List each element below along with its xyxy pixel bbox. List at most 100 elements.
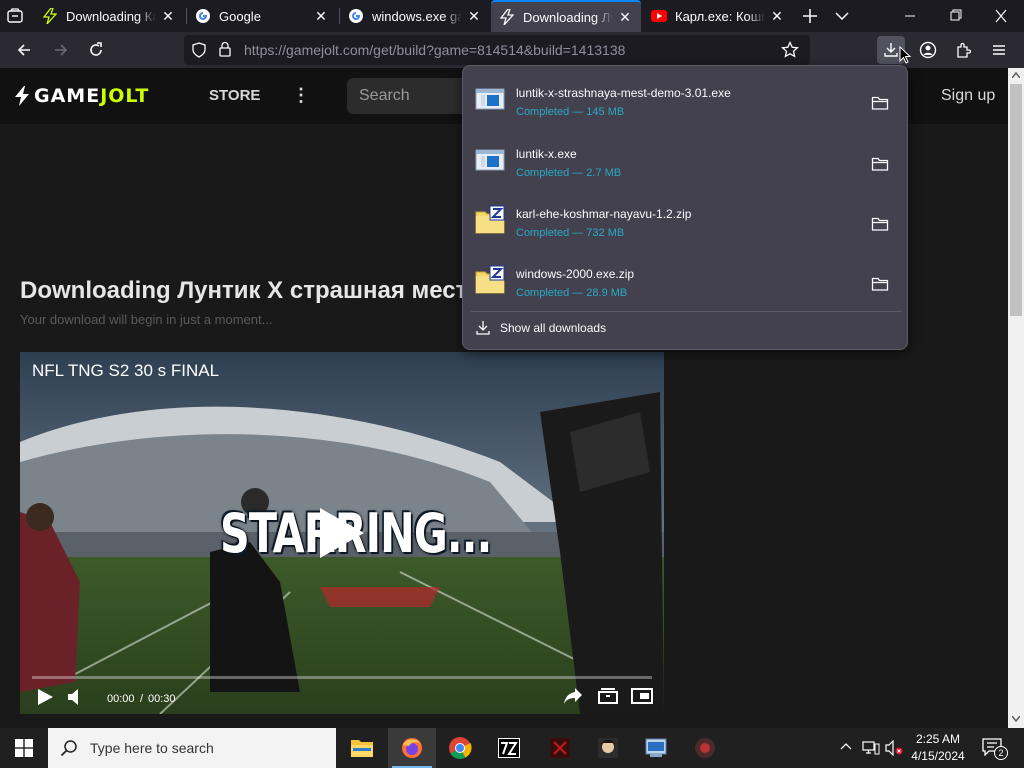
download-item[interactable]: windows-2000.exe.zip Completed — 28.9 MB (463, 251, 909, 311)
page-title: Downloading Лунтик Х страшная месть (20, 277, 483, 304)
folder-icon[interactable] (871, 156, 889, 172)
download-item[interactable]: karl-ehe-koshmar-nayavu-1.2.zip Complete… (463, 191, 909, 251)
taskbar-app-game-1[interactable] (536, 728, 584, 768)
tab-downloading-karl[interactable]: Downloading Карл ✕ (34, 0, 184, 32)
url-bar[interactable]: https://gamejolt.com/get/build?game=8145… (184, 35, 810, 65)
close-tab-icon[interactable]: ✕ (617, 9, 633, 25)
firefox-icon (402, 738, 422, 758)
puzzle-icon (957, 42, 972, 58)
folder-icon[interactable] (871, 276, 889, 292)
volume-muted-icon[interactable] (885, 740, 903, 756)
video-player[interactable]: NFL TNG S2 30 s FINAL STARRING... 00:00 … (20, 352, 664, 714)
tab-google[interactable]: Google ✕ (187, 0, 337, 32)
7zip-icon (498, 738, 520, 758)
page-scrollbar[interactable] (1008, 68, 1024, 728)
watch-later-button[interactable] (598, 688, 618, 704)
tab-windows-exe[interactable]: windows.exe gam ✕ (340, 0, 490, 32)
network-icon[interactable] (862, 740, 880, 756)
minimize-button[interactable] (900, 8, 920, 24)
logo-text-game: GAME (34, 85, 101, 107)
download-status: Completed — 145 MB (516, 106, 625, 118)
forward-button[interactable] (47, 36, 75, 64)
minimize-icon (905, 15, 915, 17)
download-status: Completed — 2.7 MB (516, 167, 622, 179)
show-all-downloads-button[interactable]: Show all downloads (475, 320, 606, 336)
back-button[interactable] (10, 36, 38, 64)
start-button[interactable] (0, 728, 48, 768)
notification-count-badge: 2 (994, 746, 1008, 760)
mouse-cursor (899, 46, 911, 64)
close-tab-icon[interactable]: ✕ (466, 8, 482, 24)
folder-icon[interactable] (871, 216, 889, 232)
gamejolt-logo[interactable]: GAMEJOLT (14, 85, 149, 107)
close-tab-icon[interactable]: ✕ (313, 8, 329, 24)
more-menu-icon[interactable]: ⋮ (292, 85, 310, 106)
gamejolt-icon (499, 9, 515, 25)
download-filename: windows-2000.exe.zip (516, 267, 635, 281)
signup-link[interactable]: Sign up (941, 87, 995, 105)
play-icon (320, 508, 364, 558)
taskbar-app-file-explorer[interactable] (338, 728, 386, 768)
taskbar-app-game-3[interactable] (681, 728, 729, 768)
character-app-icon (598, 738, 618, 758)
reload-icon (90, 42, 102, 56)
taskbar-app-game-2[interactable] (584, 728, 632, 768)
taskbar-app-chrome[interactable] (436, 728, 484, 768)
download-subtext: Your download will begin in just a momen… (20, 312, 273, 327)
restore-button[interactable] (946, 8, 966, 24)
logo-text-jolt: JOLT (100, 85, 150, 107)
downloads-panel: luntik-x-strashnaya-mest-demo-3.01.exe C… (462, 65, 908, 350)
download-item[interactable]: luntik-x.exe Completed — 2.7 MB (463, 131, 909, 191)
firefox-view-button[interactable] (6, 8, 24, 24)
store-link[interactable]: STORE (209, 87, 260, 104)
tab-bar: Downloading Карл ✕ Google ✕ windows.exe … (0, 0, 1024, 32)
big-play-button[interactable] (316, 506, 366, 560)
scroll-up-icon[interactable] (1012, 72, 1020, 78)
close-window-button[interactable] (991, 8, 1011, 24)
notification-center-button[interactable]: 2 (982, 738, 1008, 760)
scrollbar-thumb[interactable] (1010, 84, 1022, 316)
lock-icon[interactable] (218, 41, 232, 57)
gamejolt-icon (42, 8, 58, 24)
bookmark-star-icon[interactable] (781, 41, 799, 59)
plus-icon (803, 9, 817, 23)
taskbar-app-firefox[interactable] (388, 728, 436, 768)
tracking-protection-icon[interactable] (191, 42, 207, 58)
tab-downloading-luntik[interactable]: Downloading Лунт ✕ (491, 0, 641, 32)
mute-button[interactable] (66, 687, 86, 707)
taskbar-app-installer[interactable] (632, 728, 680, 768)
close-tab-icon[interactable]: ✕ (769, 8, 785, 24)
new-tab-button[interactable] (800, 6, 820, 26)
account-button[interactable] (914, 36, 942, 64)
chrome-icon (449, 737, 472, 759)
fullscreen-button[interactable] (631, 688, 653, 704)
scroll-down-icon[interactable] (1012, 716, 1020, 722)
firefox-view-icon (7, 8, 23, 23)
share-icon (564, 688, 582, 704)
zip-archive-icon (475, 205, 505, 234)
download-icon (476, 321, 490, 335)
folder-icon[interactable] (871, 95, 889, 111)
time-separator: / (140, 693, 144, 705)
taskbar-app-7zip[interactable] (485, 728, 533, 768)
panel-divider (471, 311, 901, 312)
chevron-up-icon (840, 743, 852, 750)
show-hidden-icons-button[interactable] (840, 742, 852, 750)
system-clock[interactable]: 2:25 AM 4/15/2024 (905, 731, 971, 765)
extensions-button[interactable] (950, 36, 978, 64)
play-button[interactable] (36, 688, 54, 706)
video-controls: 00:00 / 00:30 (20, 674, 664, 714)
taskbar-search-box[interactable]: Type here to search (48, 728, 336, 768)
zip-archive-icon (475, 265, 505, 294)
current-time: 00:00 (107, 693, 135, 705)
list-tabs-button[interactable] (832, 6, 852, 26)
video-title: NFL TNG S2 30 s FINAL (32, 361, 220, 380)
share-button[interactable] (563, 687, 583, 705)
video-progress-bar[interactable] (32, 676, 652, 679)
url-text: https://gamejolt.com/get/build?game=8145… (244, 42, 626, 58)
reload-button[interactable] (82, 36, 110, 64)
tab-karl-exe[interactable]: Карл.exe: Кошма ✕ (643, 0, 793, 32)
download-item[interactable]: luntik-x-strashnaya-mest-demo-3.01.exe C… (463, 70, 909, 130)
app-menu-button[interactable] (985, 36, 1013, 64)
close-tab-icon[interactable]: ✕ (160, 8, 176, 24)
